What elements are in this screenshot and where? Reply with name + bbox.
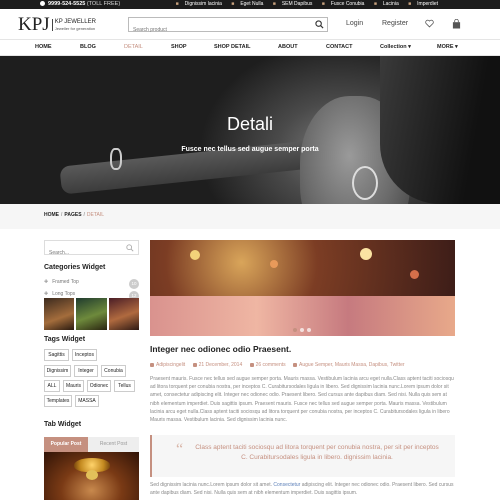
category-count: 10 [129,279,139,289]
top-bar: 9999-524-5525 (TOLL FREE) ■ Dignissim lac… [0,0,500,9]
hoop-earring [352,166,378,200]
category-thumbnails [44,298,139,330]
popular-post-image[interactable] [44,452,139,500]
bullet-icon: ■ [321,1,325,7]
thumbnail-image[interactable] [108,298,139,330]
heart-icon[interactable] [425,19,434,28]
login-link[interactable]: Login [346,20,363,27]
top-link[interactable]: ■ Imperdiet [404,1,438,7]
post-date: 21 December, 2014 [198,362,243,368]
breadcrumb-bar: HOME / PAGES / DETAIL [0,204,500,229]
post-meta: Adipiscingelit 21 December, 2014 26 comm… [150,362,405,368]
search-icon[interactable] [315,20,324,29]
tag[interactable]: Dignissim [44,365,71,377]
tab-widget-title: Tab Widget [44,421,82,428]
top-links: ■ Dignissim lacinia ■ Eget Nulla ■ SEM Dapi… [168,1,438,7]
post-blockquote: “ Class aptent taciti sociosqu ad litora… [150,435,455,477]
nav-item-collection[interactable]: Collection ▾ [380,44,411,50]
nav-item-more[interactable]: MORE ▾ [437,44,458,50]
category-item[interactable]: ✚ Framed Top 10 [44,279,139,289]
post-comments[interactable]: 26 comments [256,362,286,368]
product-search [128,17,328,37]
tag[interactable]: Mauris [63,380,84,392]
quote-icon: “ [176,441,184,458]
nav-item-about[interactable]: ABOUT [278,44,298,50]
tag[interactable]: Odionec [87,380,111,392]
user-icon [150,362,154,367]
thumbnail-image[interactable] [76,298,107,330]
calendar-icon [192,362,197,367]
tag[interactable]: Sagittis [44,349,69,361]
slider-dot[interactable] [307,328,311,332]
sidebar-search-input[interactable] [45,246,125,260]
phone-icon [40,1,45,7]
top-link[interactable]: ■ SEM Dapibus [269,1,313,7]
inline-link[interactable]: Consectetur [273,482,300,488]
nav-item-home[interactable]: HOME [35,44,52,50]
top-link[interactable]: ■ Eget Nulla [227,1,263,7]
nav-item-shop[interactable]: SHOP [171,44,187,50]
main-nav: HOME BLOG DETAIL SHOP SHOP DETAIL ABOUT … [0,39,500,56]
breadcrumb-current: DETAIL [86,212,105,218]
bullet-icon: ■ [408,1,412,7]
phone-number[interactable]: 9999-524-5525 (TOLL FREE) [40,1,120,7]
tags-widget-title: Tags Widget [44,336,86,343]
tag[interactable]: Integer [74,365,98,377]
slider-dot[interactable] [300,328,304,332]
post-body-paragraph-2: Sed dignissim lacinia nunc.Lorem ipsum d… [150,482,454,497]
nav-item-contact[interactable]: CONTACT [326,44,352,50]
hero-banner: Detali Fusce nec tellus sed augue semper… [0,56,500,204]
tag[interactable]: Templates [44,395,72,407]
register-link[interactable]: Register [382,20,408,27]
tag[interactable]: ALL [44,380,60,392]
slider-dots [293,328,311,332]
tab-recent-post[interactable]: Recent Post [88,437,139,452]
categories-widget-title: Categories Widget [44,264,106,271]
top-link[interactable]: ■ Fusce Conubia [318,1,365,7]
bullet-icon: ■ [373,1,377,7]
post-image-slider[interactable] [150,240,455,336]
breadcrumb: HOME / PAGES / DETAIL [44,212,105,218]
plus-icon: ✚ [44,291,49,297]
tab-widget-tabs: Popular Post Recent Post [44,437,139,452]
site-logo[interactable]: KPJ KP JEWELLER Jeweller for generation [18,14,96,36]
tag[interactable]: MASSA [75,395,99,407]
breadcrumb-pages[interactable]: PAGES [64,212,81,218]
bullet-icon: ■ [175,1,179,7]
page-title: Detali [226,114,274,134]
search-icon[interactable] [126,244,134,252]
bullet-icon: ■ [272,1,276,7]
quote-text: Class aptent taciti sociosqu ad litora t… [195,444,439,461]
post-categories[interactable]: Augue Semper, Mauris Massa, Dapibus, Twi… [299,362,405,368]
folder-icon [293,362,298,367]
comment-icon [249,362,254,367]
nav-item-blog[interactable]: BLOG [80,44,96,50]
post-title[interactable]: Integer nec odionec odio Praesent. [150,344,291,354]
tag[interactable]: Inceptos [72,349,97,361]
post-body-paragraph: Praesent mauris. Fusce nec tellus sed au… [150,376,454,424]
shopping-bag-icon[interactable] [452,19,461,29]
breadcrumb-home[interactable]: HOME [44,212,59,218]
tag[interactable]: Conubia [101,365,126,377]
bullet-icon: ■ [231,1,235,7]
top-link[interactable]: ■ Dignissim lacinia [172,1,222,7]
nav-item-detail[interactable]: DETAIL [124,44,143,50]
search-input[interactable] [129,23,309,37]
top-link[interactable]: ■ Lacinia [370,1,399,7]
plus-icon: ✚ [44,279,49,285]
thumbnail-image[interactable] [44,298,75,330]
tag[interactable]: Tellus [114,380,135,392]
sidebar-search [44,240,139,260]
page-subtitle: Fusce nec tellus sed augue semper porta [181,146,319,153]
nav-item-shop-detail[interactable]: SHOP DETAIL [214,44,250,50]
post-author[interactable]: Adipiscingelit [156,362,185,368]
slider-dot[interactable] [293,328,297,332]
site-header: KPJ KP JEWELLER Jeweller for generation … [0,9,500,39]
tab-popular-post[interactable]: Popular Post [44,437,88,452]
